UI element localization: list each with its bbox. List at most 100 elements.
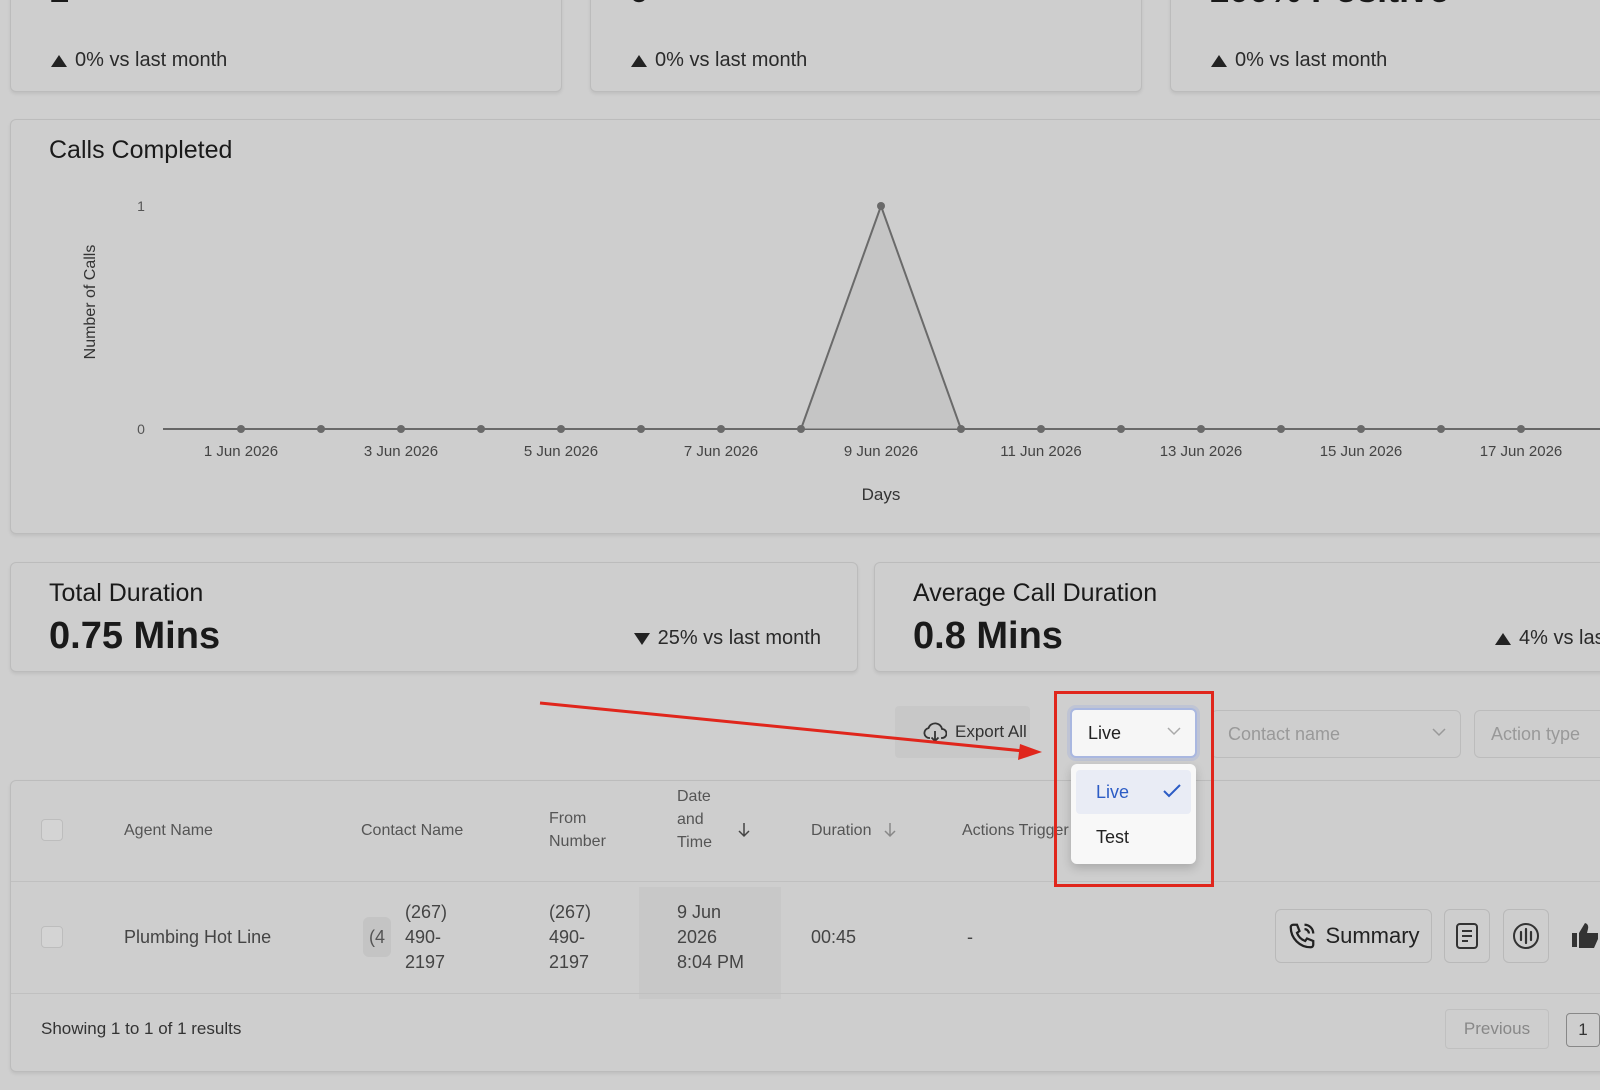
actions-cell: - — [967, 927, 973, 947]
data-point — [957, 425, 965, 433]
stat-card-3: 100% Positive 0% vs last month — [1170, 0, 1600, 92]
page-1-button[interactable]: 1 — [1566, 1013, 1600, 1047]
header-agent-name[interactable]: Agent Name — [124, 819, 213, 842]
transcript-button[interactable] — [1444, 909, 1490, 963]
series-area — [241, 206, 1521, 429]
contact-name-placeholder: Contact name — [1228, 723, 1341, 744]
cell-text: 8:04 PM — [677, 952, 745, 972]
cell-text: (267) — [405, 902, 448, 922]
cell-text: (267) — [549, 902, 592, 922]
chevron-down-icon — [1432, 728, 1446, 737]
trend-up-icon — [1495, 632, 1511, 645]
header-text: and — [677, 811, 704, 828]
average-duration-value: 0.8 Mins — [913, 615, 1063, 657]
trend-text: 25% vs last month — [657, 627, 821, 649]
data-point — [637, 425, 645, 433]
stat-card-1: 1 0% vs last month — [10, 0, 562, 92]
total-duration-card: Total Duration 0.75 Mins 25% vs last mon… — [10, 562, 858, 672]
x-tick-label: 5 Jun 2026 — [524, 443, 598, 460]
calls-chart: 011 Jun 2026 3 Jun 2026 5 Jun 2026 7 Jun 20… — [82, 198, 1600, 504]
contact-name-select[interactable]: Contact name — [1211, 710, 1461, 758]
stat-trend-text: 0% vs last month — [655, 49, 808, 71]
summary-button[interactable]: Summary — [1275, 909, 1432, 963]
y-tick-label: 1 — [137, 198, 145, 214]
stat-value: 1 — [49, 0, 69, 11]
audio-wave-icon — [1513, 923, 1539, 949]
data-point — [797, 425, 805, 433]
x-tick-label: 9 Jun 2026 — [844, 443, 918, 460]
previous-page-button[interactable]: Previous — [1445, 1009, 1549, 1049]
data-point — [1037, 425, 1045, 433]
results-summary: Showing 1 to 1 of 1 results — [41, 1019, 242, 1038]
export-all-button[interactable]: Export All — [895, 706, 1030, 758]
summary-label: Summary — [1325, 923, 1420, 948]
total-duration-trend: 25% vs last month — [633, 627, 821, 650]
data-point — [477, 425, 485, 433]
calls-completed-card: Calls Completed 011 Jun 2026 3 Jun 2026 5 … — [10, 119, 1600, 534]
stat-value: 0 — [629, 0, 649, 11]
cloud-download-icon — [923, 722, 947, 743]
cell-text: 2197 — [549, 952, 590, 972]
stat-trend: 0% vs last month — [631, 49, 807, 72]
sort-arrow-icon[interactable] — [737, 821, 751, 839]
data-point — [1197, 425, 1205, 433]
cell-text: 9 Jun — [677, 902, 722, 922]
contact-avatar: (4 — [363, 917, 391, 957]
select-all-checkbox[interactable] — [41, 819, 63, 841]
agent-name-cell: Plumbing Hot Line — [124, 927, 272, 947]
header-text: Time — [677, 834, 712, 851]
contact-name-cell: (267) 490- 2197 — [405, 900, 447, 975]
x-tick-label: 13 Jun 2026 — [1160, 443, 1243, 460]
stat-value: 100% Positive — [1209, 0, 1449, 11]
x-tick-label: 3 Jun 2026 — [364, 443, 438, 460]
header-text: Number — [549, 833, 606, 850]
total-duration-label: Total Duration — [49, 579, 204, 607]
data-point — [717, 425, 725, 433]
cell-text: 2197 — [405, 952, 446, 972]
trend-up-icon — [51, 54, 67, 67]
trend-text: 4% vs las — [1519, 627, 1600, 649]
date-time-cell: 9 Jun 2026 8:04 PM — [677, 900, 744, 975]
data-point — [1517, 425, 1525, 433]
average-duration-trend: 4% vs las — [1495, 627, 1600, 650]
data-point — [397, 425, 405, 433]
stat-trend-text: 0% vs last month — [1235, 49, 1388, 71]
trend-up-icon — [631, 54, 647, 67]
y-tick-label: 0 — [137, 421, 145, 437]
header-contact-name[interactable]: Contact Name — [361, 819, 463, 842]
x-tick-label: 1 Jun 2026 — [204, 443, 278, 460]
x-tick-label: 17 Jun 2026 — [1480, 443, 1563, 460]
row-divider — [11, 993, 1600, 994]
cell-text: 2026 — [677, 927, 718, 947]
data-point — [317, 425, 325, 433]
recording-button[interactable] — [1503, 909, 1549, 963]
header-text: From — [549, 810, 587, 827]
x-tick-label: 11 Jun 2026 — [1000, 443, 1081, 460]
sort-arrow-icon[interactable] — [883, 821, 897, 839]
average-duration-card: Average Call Duration 0.8 Mins 4% vs las — [874, 562, 1600, 672]
action-type-select[interactable]: Action type — [1474, 710, 1600, 758]
document-icon — [1456, 923, 1478, 949]
stat-card-2: 0 0% vs last month — [590, 0, 1142, 92]
header-from-number[interactable]: From Number — [549, 807, 606, 853]
action-type-placeholder: Action type — [1491, 723, 1581, 744]
thumbs-up-icon[interactable] — [1571, 921, 1600, 951]
header-text: Date — [677, 788, 711, 805]
header-date-time[interactable]: Date and Time — [677, 785, 712, 854]
calls-table: Agent Name Contact Name From Number Date… — [10, 780, 1600, 1072]
data-point — [877, 202, 885, 210]
cell-text: 490- — [405, 927, 442, 947]
stat-trend-text: 0% vs last month — [75, 49, 228, 71]
phone-icon — [1290, 923, 1315, 949]
header-duration[interactable]: Duration — [811, 819, 871, 842]
average-duration-label: Average Call Duration — [913, 579, 1158, 607]
total-duration-value: 0.75 Mins — [49, 615, 221, 657]
data-point — [1277, 425, 1285, 433]
cell-text: 490- — [549, 927, 586, 947]
data-point — [1357, 425, 1365, 433]
x-axis-label: Days — [862, 485, 901, 504]
duration-cell: 00:45 — [811, 927, 857, 947]
trend-up-icon — [1211, 54, 1227, 67]
y-axis-label: Number of Calls — [82, 245, 99, 360]
row-checkbox[interactable] — [41, 926, 63, 948]
